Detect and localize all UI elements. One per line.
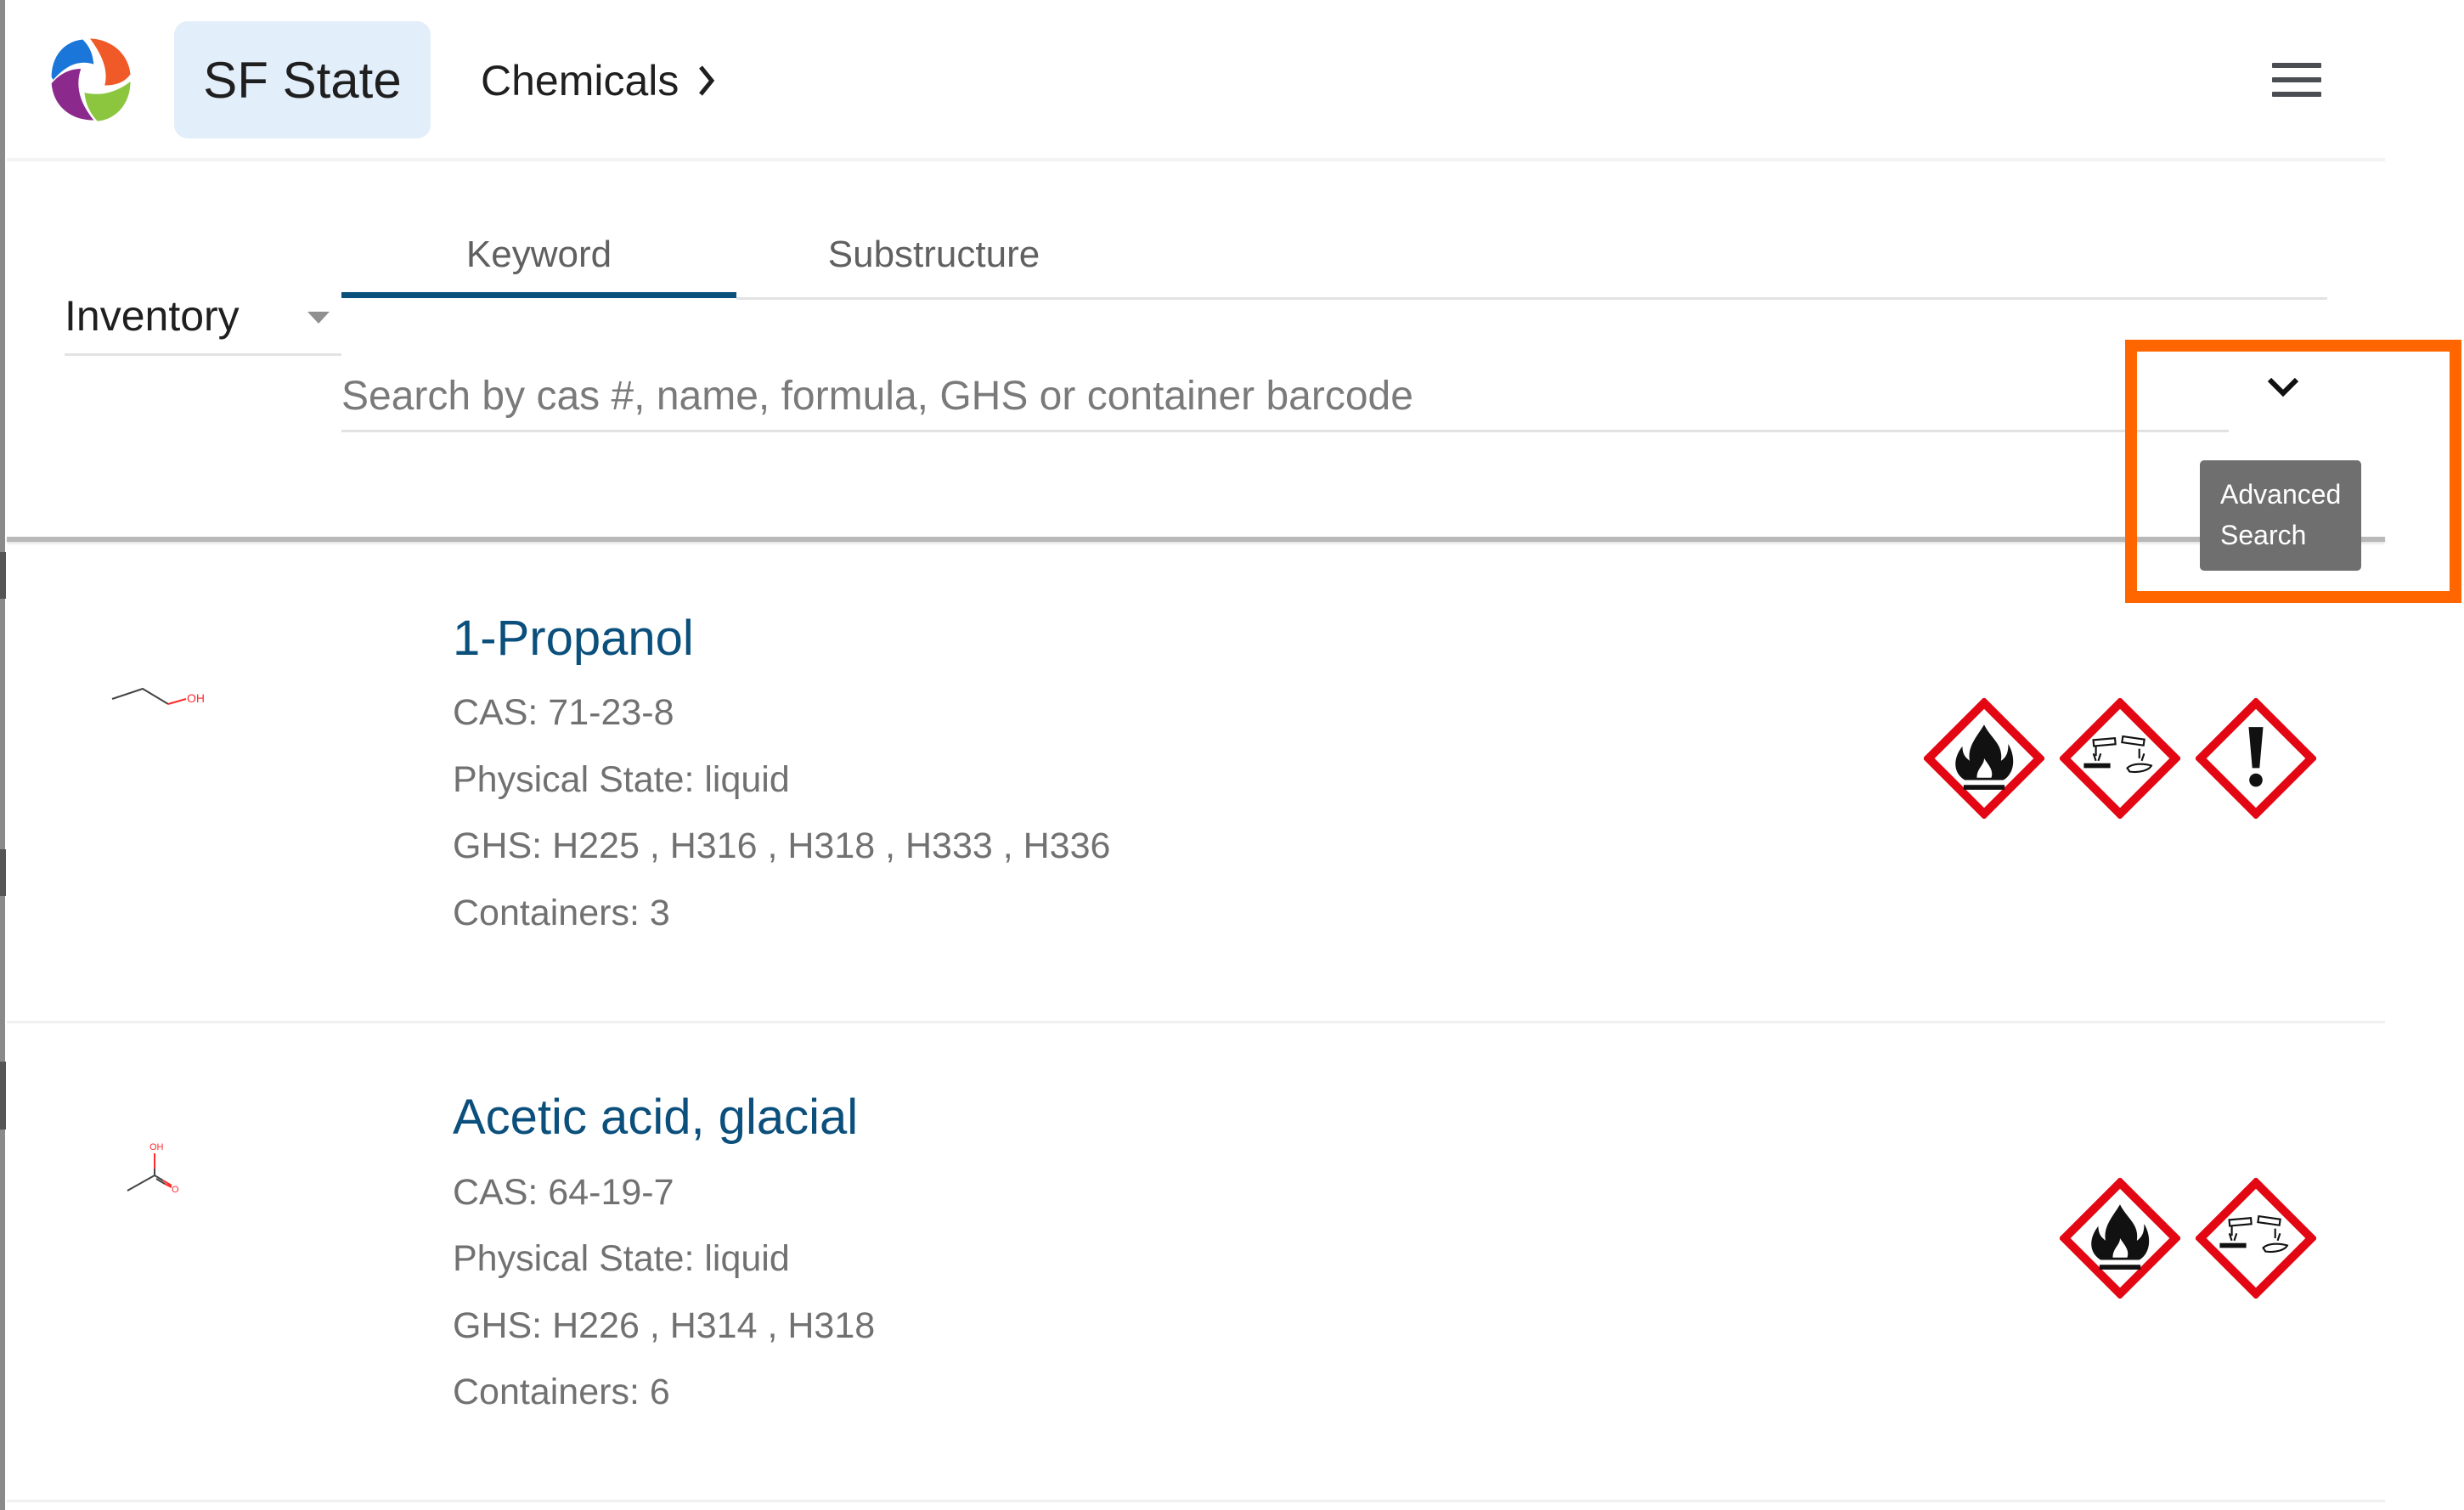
annotation-highlight-box bbox=[2125, 340, 2461, 603]
physical-state: Physical State: liquid bbox=[453, 759, 790, 800]
org-switcher-button[interactable]: SF State bbox=[174, 21, 431, 138]
ghs-corrosion-icon bbox=[2196, 1178, 2316, 1299]
chemical-name-link[interactable]: 1-Propanol bbox=[453, 610, 694, 667]
physical-state: Physical State: liquid bbox=[453, 1238, 790, 1279]
breadcrumb-chemicals[interactable]: Chemicals bbox=[481, 56, 679, 105]
hamburger-menu-icon[interactable] bbox=[2268, 58, 2327, 102]
window-edge-mark bbox=[0, 849, 6, 896]
container-count: Containers: 6 bbox=[453, 1372, 670, 1412]
tab-substructure[interactable]: Substructure bbox=[736, 212, 1131, 297]
ghs-corrosion-icon bbox=[2060, 698, 2180, 819]
ghs-flame-icon bbox=[1924, 698, 2044, 819]
search-results-divider bbox=[7, 537, 2385, 542]
ghs-flame-icon bbox=[2060, 1178, 2180, 1299]
tab-keyword[interactable]: Keyword bbox=[341, 212, 736, 297]
window-edge-mark bbox=[0, 1062, 6, 1130]
search-input-underline bbox=[341, 430, 2229, 432]
container-count: Containers: 3 bbox=[453, 893, 670, 933]
structure-atom-label: OH bbox=[149, 1142, 164, 1152]
header-divider bbox=[7, 158, 2385, 161]
tab-bar-divider bbox=[736, 297, 2327, 300]
structure-image: OH bbox=[111, 687, 205, 705]
result-divider bbox=[7, 1021, 2385, 1023]
structure-atom-label: OH bbox=[187, 691, 205, 705]
structure-atom-label: O bbox=[172, 1185, 179, 1195]
tab-active-indicator bbox=[341, 292, 736, 298]
ghs-codes: GHS: H225 , H316 , H318 , H333 , H336 bbox=[453, 825, 1111, 866]
ghs-codes: GHS: H226 , H314 , H318 bbox=[453, 1305, 876, 1346]
chemical-name-link[interactable]: Acetic acid, glacial bbox=[453, 1089, 858, 1146]
ghs-exclamation-icon bbox=[2196, 698, 2316, 819]
search-input[interactable] bbox=[341, 361, 2227, 431]
app-logo-icon[interactable] bbox=[44, 34, 136, 126]
structure-image: OH O bbox=[127, 1142, 179, 1195]
breadcrumb[interactable]: Chemicals bbox=[481, 51, 716, 110]
cas-number: CAS: 64-19-7 bbox=[453, 1172, 674, 1213]
window-left-edge bbox=[0, 0, 5, 1510]
cas-number: CAS: 71-23-8 bbox=[453, 692, 674, 733]
dropdown-arrow-icon bbox=[307, 312, 330, 324]
scope-select[interactable]: Inventory bbox=[65, 285, 340, 354]
result-divider bbox=[7, 1500, 2385, 1502]
scope-select-value: Inventory bbox=[65, 292, 240, 340]
scope-select-underline bbox=[65, 353, 341, 356]
window-edge-mark bbox=[0, 552, 6, 599]
chevron-right-icon bbox=[699, 65, 715, 96]
